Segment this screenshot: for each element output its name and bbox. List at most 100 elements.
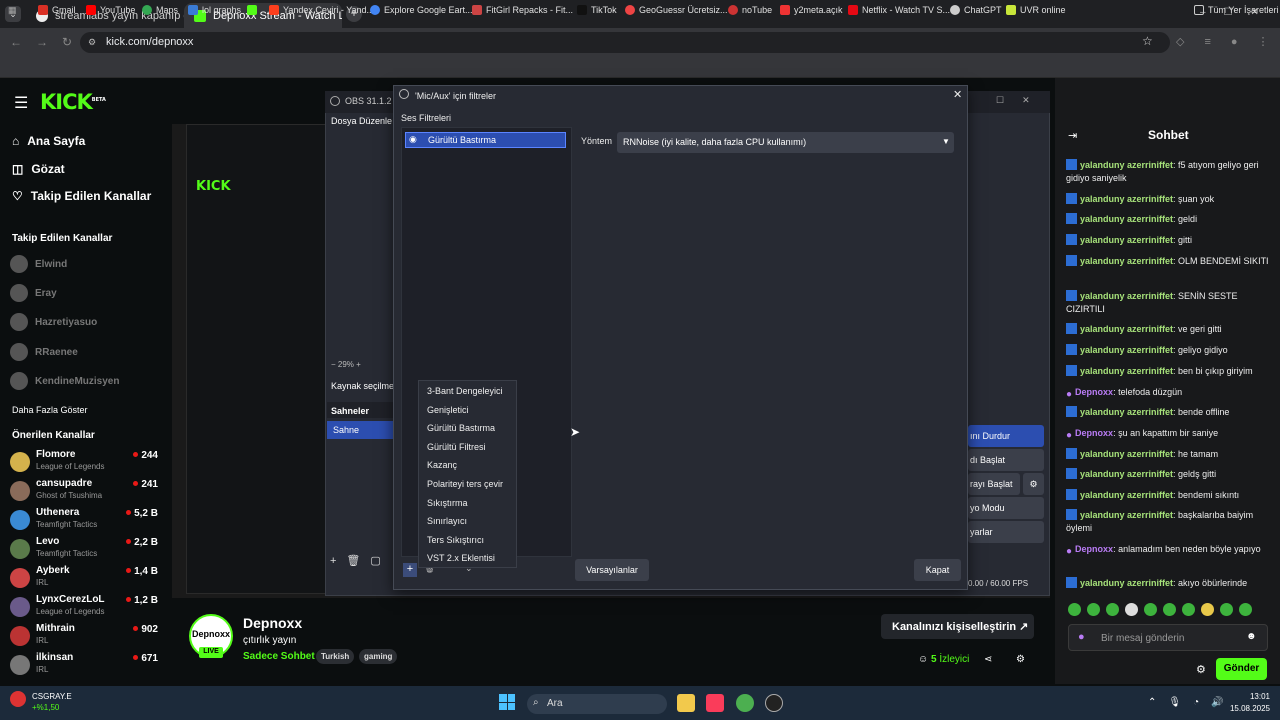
chat-username[interactable]: yalanduny azerriniffet	[1080, 469, 1173, 479]
start-virtualcam-button[interactable]: rayı Başlat	[968, 473, 1020, 495]
stream-category[interactable]: Sadece Sohbet	[243, 651, 315, 662]
chat-username[interactable]: yalanduny azerriniffet	[1080, 160, 1173, 170]
bookmark-google-earth[interactable]: Explore Google Eart...	[370, 5, 473, 15]
tag-gaming[interactable]: gaming	[359, 649, 398, 664]
bookmark-yandex[interactable]: Yandex Çeviri - Yand...	[269, 5, 374, 15]
url-field[interactable]: kick.com/depnoxx	[80, 32, 1170, 53]
recommended-channel[interactable]: Uthenera Teamfight Tactics 5,2 B	[10, 506, 170, 534]
taskbar-search[interactable]: Ara	[527, 694, 667, 714]
chat-username[interactable]: yalanduny azerriniffet	[1080, 510, 1173, 520]
chat-username[interactable]: Depnoxx	[1075, 544, 1113, 554]
add-filter-menu-item[interactable]: Polariteyi ters çevir	[427, 479, 503, 489]
method-select[interactable]: RNNoise (iyi kalite, daha fazla CPU kull…	[617, 132, 954, 153]
add-filter-menu-item[interactable]: 3-Bant Dengeleyici	[427, 386, 503, 396]
site-info-icon[interactable]: ⚙	[88, 37, 96, 48]
scene-toolbar[interactable]: +🗑▢	[330, 554, 391, 567]
settings-button[interactable]: yarlar	[968, 521, 1044, 543]
chat-username[interactable]: yalanduny azerriniffet	[1080, 291, 1173, 301]
chat-username[interactable]: yalanduny azerriniffet	[1080, 490, 1173, 500]
menu-file[interactable]: Dosya	[331, 116, 357, 126]
chat-username[interactable]: yalanduny azerriniffet	[1080, 449, 1173, 459]
followed-channel[interactable]: KendineMuzisyen	[10, 368, 170, 394]
nav-following[interactable]: ♡ Takip Edilen Kanallar	[12, 189, 151, 203]
chrome-icon[interactable]	[736, 694, 754, 712]
bookmark-netflix[interactable]: Netflix - Watch TV S...	[848, 5, 950, 15]
send-button[interactable]: Gönder	[1216, 658, 1267, 680]
filter-item-selected[interactable]: Gürültü Bastırma	[405, 132, 566, 148]
bookmark-youtube[interactable]: YouTube	[86, 5, 135, 15]
add-filter-button[interactable]: +	[403, 563, 417, 577]
bookmark-uvr[interactable]: UVR online	[1006, 5, 1066, 15]
obs-taskbar-icon[interactable]	[765, 694, 783, 712]
dialog-close-icon[interactable]: ✕	[953, 88, 962, 101]
windows-start-icon[interactable]	[499, 694, 515, 710]
chat-settings-icon[interactable]: ⚙	[1196, 663, 1206, 676]
scene-item[interactable]: Sahne	[327, 421, 393, 439]
nav-home[interactable]: ⌂ Ana Sayfa	[12, 134, 85, 148]
ticker-name[interactable]: CSGRAY.E	[32, 692, 72, 701]
music-app-icon[interactable]	[706, 694, 724, 712]
bookmark-kick[interactable]	[247, 5, 257, 15]
bookmark-geoguessr[interactable]: GeoGuessr Ücretsiz...	[625, 5, 728, 15]
system-tray-icons[interactable]: ⌃🎙◔🔊	[1148, 697, 1236, 708]
chat-username[interactable]: yalanduny azerriniffet	[1080, 366, 1173, 376]
chat-username[interactable]: yalanduny azerriniffet	[1080, 324, 1173, 334]
clock-date[interactable]: 15.08.2025	[1226, 704, 1270, 713]
bookmark-gmail[interactable]: Gmail	[38, 5, 76, 15]
recommended-channel[interactable]: Levo Teamfight Tactics 2,2 B	[10, 535, 170, 563]
add-filter-menu-item[interactable]: Ters Sıkıştırıcı	[427, 535, 484, 545]
emoji-picker-icon[interactable]: ☻	[1246, 631, 1257, 642]
emote-bar[interactable]	[1068, 603, 1268, 617]
stop-stream-button[interactable]: ını Durdur	[968, 425, 1044, 447]
add-filter-menu-item[interactable]: Gürültü Filtresi	[427, 442, 486, 452]
show-more-link[interactable]: Daha Fazla Göster	[12, 405, 88, 415]
chat-username[interactable]: yalanduny azerriniffet	[1080, 214, 1173, 224]
recommended-channel[interactable]: Mithrain IRL 902	[10, 622, 170, 650]
hamburger-menu-icon[interactable]: ☰	[14, 93, 28, 113]
chat-username[interactable]: Depnoxx	[1075, 387, 1113, 397]
user-settings-icon[interactable]: ⚙	[1016, 654, 1025, 665]
file-explorer-icon[interactable]	[677, 694, 695, 712]
chat-username[interactable]: Depnoxx	[1075, 428, 1113, 438]
add-filter-menu-item[interactable]: Kazanç	[427, 460, 457, 470]
studio-mode-button[interactable]: yo Modu	[968, 497, 1044, 519]
bookmark-notube[interactable]: noTube	[728, 5, 772, 15]
bookmark-lolgraphs[interactable]: lol graphs	[188, 5, 241, 15]
obs-window-controls[interactable]: ☐✕	[996, 95, 1048, 106]
zoom-control[interactable]: − 29% +	[331, 360, 393, 369]
customize-channel-button[interactable]: Kanalınızı kişiselleştirin ↗	[881, 614, 1034, 639]
recommended-channel[interactable]: Ayberk IRL 1,4 B	[10, 564, 170, 592]
add-filter-menu-item[interactable]: Sınırlayıcı	[427, 516, 467, 526]
bookmark-fitgirl[interactable]: FitGirl Repacks - Fit...	[472, 5, 573, 15]
add-filter-menu-item[interactable]: Sıkıştırma	[427, 498, 468, 508]
followed-channel[interactable]: Eray	[10, 280, 170, 306]
chat-username[interactable]: yalanduny azerriniffet	[1080, 578, 1173, 588]
close-button[interactable]: Kapat	[914, 559, 961, 581]
add-filter-menu-item[interactable]: Genişletici	[427, 405, 469, 415]
streamer-name[interactable]: Depnoxx	[243, 615, 302, 631]
apps-grid-icon[interactable]: ▦	[8, 5, 17, 16]
chat-username[interactable]: yalanduny azerriniffet	[1080, 235, 1173, 245]
defaults-button[interactable]: Varsayılanlar	[575, 559, 649, 581]
kick-logo[interactable]: KICKBETA	[40, 90, 106, 114]
extension-icons[interactable]: ◇≡●⋮	[1176, 35, 1280, 48]
bookmark-tiktok[interactable]: TikTok	[577, 5, 617, 15]
chat-input[interactable]: Bir mesaj gönderin	[1068, 624, 1268, 651]
recommended-channel[interactable]: Flomore League of Legends 244	[10, 448, 170, 476]
virtualcam-settings-icon[interactable]: ⚙	[1023, 473, 1044, 495]
collapse-chat-icon[interactable]: ⇥	[1068, 129, 1077, 142]
nav-arrows-icon[interactable]: ←→↻	[10, 35, 86, 49]
tag-turkish[interactable]: Turkish	[316, 649, 355, 664]
recommended-channel[interactable]: LynxCerezLoL League of Legends 1,2 B	[10, 593, 170, 621]
menu-edit[interactable]: Düzenle	[359, 116, 392, 126]
bookmark-maps[interactable]: Maps	[142, 5, 178, 15]
clock-time[interactable]: 13:01	[1244, 692, 1270, 701]
bookmark-y2meta[interactable]: y2meta.açık	[780, 5, 843, 15]
nav-browse[interactable]: ◫ Gözat	[12, 162, 65, 176]
share-icon[interactable]: ⋖	[984, 654, 992, 665]
recommended-channel[interactable]: cansupadre Ghost of Tsushima 241	[10, 477, 170, 505]
add-filter-menu-item[interactable]: VST 2.x Eklentisi	[427, 553, 495, 563]
followed-channel[interactable]: Hazretiyasuo	[10, 309, 170, 335]
chevron-down-icon[interactable]: ▼	[942, 137, 950, 146]
followed-channel[interactable]: Elwind	[10, 251, 170, 277]
